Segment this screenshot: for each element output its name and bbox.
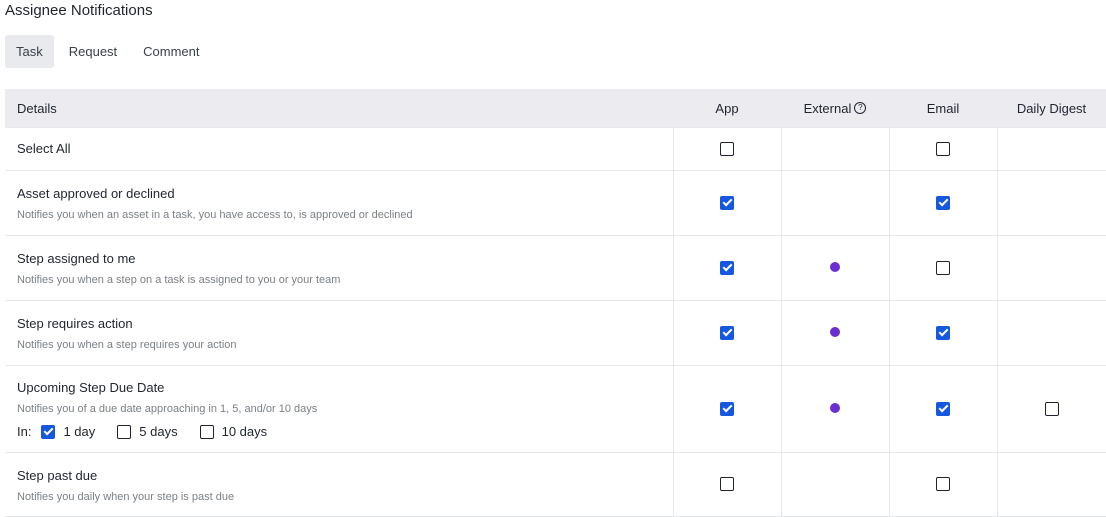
details-cell: Step past due Notifies you daily when you… bbox=[5, 452, 673, 517]
tab-task[interactable]: Task bbox=[5, 35, 54, 68]
step-past-due-email-checkbox[interactable] bbox=[936, 477, 950, 492]
page-title: Assignee Notifications bbox=[5, 2, 153, 19]
email-cell bbox=[888, 300, 997, 366]
due-option-checkbox[interactable] bbox=[199, 424, 214, 439]
row-description: Notifies you of a due date approaching i… bbox=[17, 403, 318, 415]
step-requires-action-email-checkbox[interactable] bbox=[936, 325, 950, 340]
table-row: Upcoming Step Due Date Notifies you of a … bbox=[5, 365, 1106, 453]
external-cell bbox=[780, 365, 889, 453]
tab-comment[interactable]: Comment bbox=[132, 35, 210, 68]
notification-tabs: Task Request Comment bbox=[5, 35, 211, 68]
email-cell bbox=[888, 452, 997, 517]
row-title: Step past due bbox=[17, 467, 98, 483]
details-cell: Select All bbox=[5, 127, 673, 171]
external-status-dot bbox=[830, 403, 840, 413]
step-assigned-to-me-email-checkbox[interactable] bbox=[936, 260, 950, 275]
app-cell bbox=[672, 127, 781, 171]
details-cell: Upcoming Step Due Date Notifies you of a … bbox=[5, 365, 673, 453]
email-cell bbox=[888, 365, 997, 453]
email-cell bbox=[888, 235, 997, 301]
table-row: Step requires action Notifies you when a … bbox=[5, 300, 1106, 366]
details-cell: Step requires action Notifies you when a … bbox=[5, 300, 673, 366]
details-cell: Step assigned to me Notifies you when a s… bbox=[5, 235, 673, 301]
asset-approved-or-declined-app-checkbox[interactable] bbox=[720, 195, 734, 210]
due-option-label: 10 days bbox=[221, 424, 268, 439]
step-past-due-app-checkbox[interactable] bbox=[720, 477, 734, 492]
table-row: Asset approved or declined Notifies you w… bbox=[5, 170, 1106, 236]
daily-digest-cell bbox=[996, 170, 1106, 236]
row-description: Notifies you when an asset in a task, yo… bbox=[17, 209, 413, 221]
upcoming-step-due-date-digest-checkbox[interactable] bbox=[1044, 401, 1059, 416]
due-option-label: 1 day bbox=[63, 424, 96, 439]
due-option-1-day[interactable]: 1 day bbox=[41, 424, 107, 439]
table-row: Step assigned to me Notifies you when a s… bbox=[5, 235, 1106, 301]
app-cell bbox=[672, 300, 781, 366]
table-row: Step past due Notifies you daily when you… bbox=[5, 452, 1106, 517]
select-all-app-checkbox[interactable] bbox=[720, 141, 734, 156]
external-cell bbox=[780, 235, 889, 301]
table-row: Select All bbox=[5, 127, 1106, 171]
external-cell bbox=[780, 127, 889, 171]
external-status-dot bbox=[830, 262, 840, 272]
in-label: In: bbox=[17, 424, 32, 439]
header-daily-digest: Daily Digest bbox=[997, 89, 1106, 128]
app-cell bbox=[672, 235, 781, 301]
header-external: External? bbox=[781, 89, 889, 128]
daily-digest-cell bbox=[996, 452, 1106, 517]
external-cell bbox=[780, 452, 889, 517]
row-title: Upcoming Step Due Date bbox=[17, 380, 165, 395]
question-circle-icon[interactable]: ? bbox=[854, 101, 867, 114]
step-requires-action-app-checkbox[interactable] bbox=[720, 325, 734, 340]
details-cell: Asset approved or declined Notifies you w… bbox=[5, 170, 673, 236]
header-external-label: External bbox=[803, 100, 852, 116]
app-cell bbox=[672, 452, 781, 517]
row-title: Asset approved or declined bbox=[17, 186, 175, 201]
due-date-options: In: 1 day 5 days 10 days bbox=[17, 424, 673, 439]
asset-approved-or-declined-email-checkbox[interactable] bbox=[936, 195, 950, 210]
app-cell bbox=[672, 170, 781, 236]
daily-digest-cell bbox=[996, 127, 1106, 171]
due-option-10-days[interactable]: 10 days bbox=[199, 424, 280, 439]
row-description: Notifies you daily when your step is pas… bbox=[17, 490, 235, 503]
email-cell bbox=[888, 170, 997, 236]
upcoming-step-due-date-email-checkbox[interactable] bbox=[936, 401, 950, 416]
header-details: Details bbox=[5, 89, 673, 128]
external-cell bbox=[780, 170, 889, 236]
due-option-label: 5 days bbox=[139, 424, 178, 439]
due-option-5-days[interactable]: 5 days bbox=[117, 424, 189, 439]
header-app: App bbox=[673, 89, 781, 128]
email-cell bbox=[888, 127, 997, 171]
select-all-email-checkbox[interactable] bbox=[936, 141, 950, 156]
external-status-dot bbox=[830, 327, 840, 337]
header-email: Email bbox=[889, 89, 997, 128]
row-description: Notifies you when a step requires your a… bbox=[17, 339, 237, 351]
row-title: Step requires action bbox=[17, 316, 133, 331]
row-description: Notifies you when a step on a task is as… bbox=[17, 274, 341, 286]
step-assigned-to-me-app-checkbox[interactable] bbox=[720, 260, 734, 275]
daily-digest-cell bbox=[996, 365, 1106, 453]
row-title: Select All bbox=[17, 141, 71, 156]
notifications-table: Details App External? Email Daily Digest… bbox=[5, 89, 1106, 517]
app-cell bbox=[672, 365, 781, 453]
due-option-checkbox[interactable] bbox=[117, 424, 132, 439]
due-option-checkbox[interactable] bbox=[41, 424, 56, 439]
row-title: Step assigned to me bbox=[17, 251, 136, 266]
table-header-row: Details App External? Email Daily Digest bbox=[5, 89, 1106, 128]
daily-digest-cell bbox=[996, 300, 1106, 366]
external-cell bbox=[780, 300, 889, 366]
tab-request[interactable]: Request bbox=[58, 35, 128, 68]
daily-digest-cell bbox=[996, 235, 1106, 301]
upcoming-step-due-date-app-checkbox[interactable] bbox=[720, 401, 734, 416]
